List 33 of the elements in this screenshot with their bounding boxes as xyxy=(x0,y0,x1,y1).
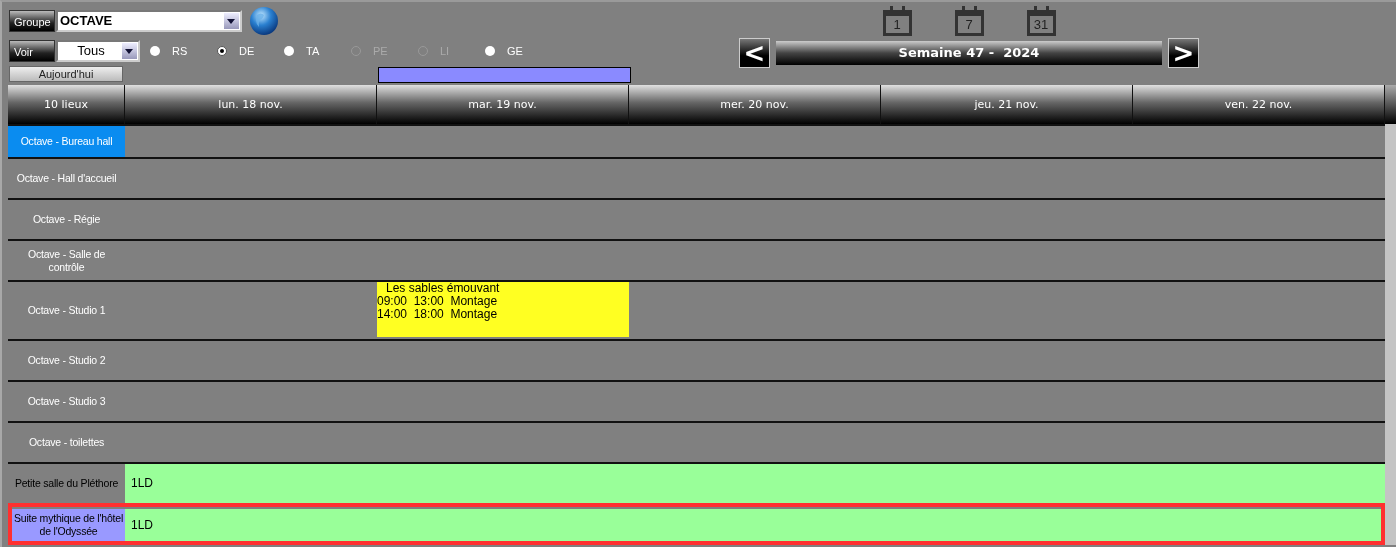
dropdown-caret-icon xyxy=(224,12,239,29)
booking-block[interactable] xyxy=(1133,509,1381,541)
today-button[interactable]: Aujourd'hui xyxy=(9,66,123,82)
booking-block[interactable] xyxy=(1133,464,1385,503)
group-label: Groupe xyxy=(9,9,55,32)
place-label[interactable]: Suite mythique de l'hôtel de l'Odyssée xyxy=(12,509,125,541)
booking-block[interactable]: Les sables émouvant 09:00 13:00 Montage 14:00 18:00 Montage xyxy=(377,282,629,337)
radio-button[interactable] xyxy=(284,45,294,56)
column-header[interactable]: ven. 22 nov. xyxy=(1133,85,1385,124)
radio-button[interactable] xyxy=(217,45,227,56)
column-header[interactable]: jeu. 21 nov. xyxy=(881,85,1133,124)
column-header[interactable]: mer. 20 nov. xyxy=(629,85,881,124)
column-header[interactable]: mar. 19 nov. xyxy=(377,85,629,124)
scrollbar-button[interactable] xyxy=(1385,85,1396,124)
column-header: 10 lieux xyxy=(8,85,125,124)
radio-label: GE xyxy=(507,44,523,57)
radio-button[interactable] xyxy=(150,45,160,56)
booking-block[interactable]: 1LD xyxy=(125,464,377,503)
booking-block[interactable]: 1LD xyxy=(125,509,377,541)
radio-button[interactable] xyxy=(485,45,495,56)
next-week-button[interactable]: > xyxy=(1168,38,1199,68)
column-header[interactable]: lun. 18 nov. xyxy=(125,85,377,124)
dropdown-caret-icon xyxy=(122,42,137,59)
filter-select[interactable]: Tous xyxy=(56,39,140,62)
radio-label: RS xyxy=(172,44,188,57)
filter-label: Voir xyxy=(9,39,55,62)
week-title: Semaine 47 - 2024 xyxy=(776,41,1162,65)
previous-week-button[interactable]: < xyxy=(739,38,770,68)
group-select[interactable]: OCTAVE xyxy=(56,9,242,32)
globe-icon[interactable] xyxy=(249,5,279,36)
place-label[interactable]: Octave - Bureau hall xyxy=(8,126,125,157)
radio-label: TA xyxy=(306,44,320,57)
radio-label: DE xyxy=(239,44,255,57)
